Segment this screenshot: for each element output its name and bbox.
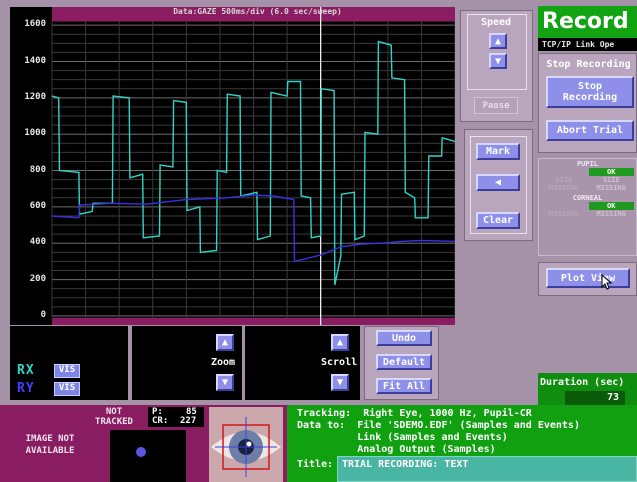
arrow-down-icon: ▼ (494, 55, 502, 67)
speed-down-button[interactable]: ▼ (489, 53, 507, 69)
record-title: Record (538, 6, 637, 38)
corneal-ok-indicator: OK (588, 202, 634, 210)
y-tick-label: 0 (40, 309, 46, 320)
zoom-label: Zoom (211, 357, 236, 368)
corneal-label: CORNEAL (572, 194, 603, 202)
corneal-sr-indicator (541, 202, 587, 210)
abort-trial-button[interactable]: Abort Trial (546, 120, 634, 141)
channel-ry-label: RY (17, 381, 35, 396)
arrow-left-icon: ◀ (494, 177, 502, 188)
plot-area (10, 7, 456, 325)
y-tick-label: 1400 (24, 55, 46, 66)
lower-range-band (52, 317, 455, 325)
pupil-missing-indicator: MISSING (548, 184, 579, 192)
y-tick-label: 600 (29, 200, 46, 211)
tracking-status-panel: PUPIL OK SIZE SIZE MISSING MISSING CORNE… (538, 158, 637, 256)
clear-button[interactable]: Clear (476, 212, 520, 229)
y-tick-label: 1600 (24, 19, 46, 30)
speed-label: Speed (480, 17, 512, 28)
speed-up-button[interactable]: ▲ (489, 33, 507, 49)
cr-value: 227 (180, 416, 197, 426)
mark-button[interactable]: Mark (476, 143, 520, 160)
arrow-down-icon: ▼ (336, 377, 344, 388)
image-not-available: IMAGE NOT AVAILABLE (25, 434, 75, 456)
eye-image (209, 407, 283, 482)
scroll-label: Scroll (321, 357, 358, 368)
arrow-up-icon: ▲ (221, 337, 229, 348)
y-tick-label: 1000 (24, 128, 46, 139)
mouse-cursor-icon (601, 273, 613, 290)
arrow-down-icon: ▼ (221, 377, 229, 388)
channel-rx-label: RX (17, 363, 35, 378)
y-tick-label: 1200 (24, 91, 46, 102)
tracked-status: NOT TRACKED (95, 407, 133, 427)
duration-value: 73 (565, 391, 625, 405)
plot-title: Data:GAZE 500ms/div (6.0 sec/sweep) (173, 7, 342, 16)
scroll-up-button[interactable]: ▲ (331, 334, 349, 351)
pupil-cr-readout: P: 85 CR: 227 (148, 407, 204, 427)
corneal-missing-indicator-2: MISSING (596, 210, 626, 218)
pupil-missing-indicator-2: MISSING (596, 184, 626, 192)
duration-label: Duration (sec) (540, 377, 625, 388)
arrow-up-icon: ▲ (336, 337, 344, 348)
pupil-ok-indicator: OK (588, 168, 634, 176)
plot-view-button[interactable]: Plot View (546, 268, 630, 288)
y-tick-label: 400 (29, 237, 46, 248)
arrow-up-icon: ▲ (494, 35, 502, 47)
channel-rx-vis-toggle[interactable]: VIS (54, 364, 80, 378)
pupil-label: PUPIL (576, 160, 599, 168)
channel-ry-vis-toggle[interactable]: VIS (54, 382, 80, 396)
trial-title-field[interactable]: TRIAL RECORDING: TEXT (337, 456, 637, 482)
default-button[interactable]: Default (376, 354, 432, 370)
pupil-sr-indicator (541, 168, 587, 176)
y-tick-label: 200 (29, 273, 46, 284)
fit-all-button[interactable]: Fit All (376, 378, 432, 394)
zoom-out-button[interactable]: ▼ (216, 374, 234, 391)
tracking-info: Tracking: Right Eye, 1000 Hz, Pupil-CR (297, 408, 532, 419)
pupil-dot (136, 447, 146, 457)
scroll-down-button[interactable]: ▼ (331, 374, 349, 391)
stop-recording-button[interactable]: Stop Recording (546, 76, 634, 108)
gaze-plot (51, 7, 456, 325)
mark-arrow-button[interactable]: ◀ (476, 174, 520, 191)
corneal-missing-indicator: MISSING (548, 210, 579, 218)
pause-button[interactable]: Pause (474, 97, 518, 114)
pupil-size-indicator-2: SIZE (602, 176, 620, 184)
link-info: Link (Samples and Events) (297, 432, 508, 443)
cr-label: CR: (152, 416, 169, 426)
eye-tracking-box (110, 430, 186, 482)
analog-info: Analog Output (Samples) (297, 444, 496, 455)
link-status: TCP/IP Link Ope (538, 38, 637, 51)
zoom-in-button[interactable]: ▲ (216, 334, 234, 351)
title-label: Title: (297, 459, 334, 470)
y-tick-label: 800 (29, 164, 46, 175)
data-to-info: Data to: File 'SDEMO.EDF' (Samples and E… (297, 420, 580, 431)
undo-button[interactable]: Undo (376, 330, 432, 346)
pupil-size-indicator: SIZE (555, 176, 573, 184)
stop-recording-label: Stop Recording (546, 59, 631, 70)
